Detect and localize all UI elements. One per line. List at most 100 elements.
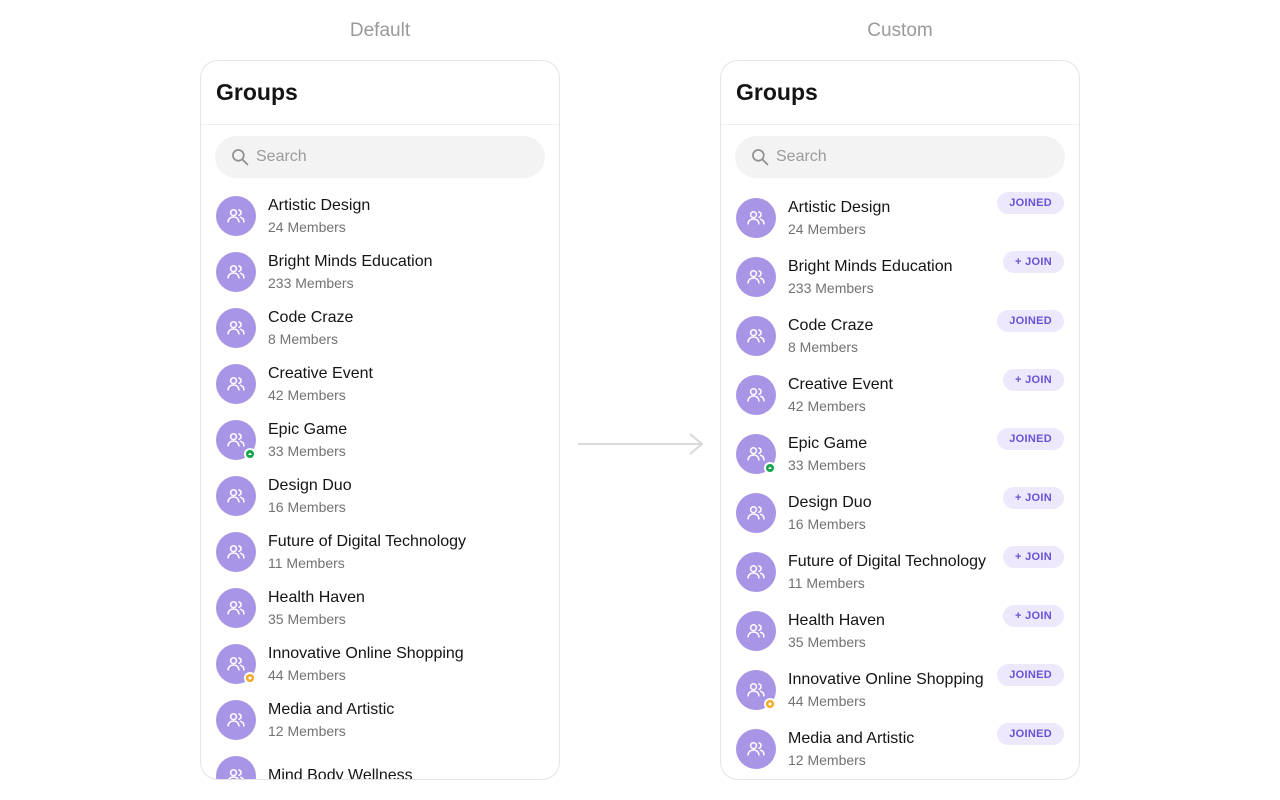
- group-members: 12 Members: [788, 751, 866, 768]
- default-groups-panel: Groups Artistic Design 24 Members Bright M…: [200, 60, 560, 780]
- search-bar[interactable]: [735, 136, 1065, 178]
- group-name: Innovative Online Shopping: [268, 645, 464, 662]
- custom-caption: Custom: [867, 20, 933, 41]
- group-members: 8 Members: [268, 331, 339, 347]
- search-input[interactable]: [776, 148, 1016, 166]
- join-button[interactable]: + JOIN: [1003, 605, 1064, 627]
- group-list-item[interactable]: Innovative Online Shopping 44 Members: [201, 636, 559, 692]
- group-list-item[interactable]: Mind Body Wellness: [201, 748, 559, 779]
- search-icon: [752, 149, 769, 166]
- group-icon: [227, 433, 245, 447]
- group-list-item[interactable]: Health Haven 35 Members: [201, 580, 559, 636]
- group-avatar: [216, 252, 256, 292]
- group-texts: Innovative Online Shopping 44 Members: [268, 644, 464, 684]
- group-texts: Artistic Design 24 Members: [788, 198, 890, 238]
- search-input[interactable]: [256, 148, 496, 166]
- group-list-item[interactable]: Design Duo 16 Members + JOIN: [721, 483, 1079, 542]
- group-avatar: [216, 756, 256, 779]
- group-texts: Health Haven 35 Members: [788, 611, 885, 651]
- group-name: Health Haven: [788, 611, 885, 629]
- group-icon: [747, 682, 765, 697]
- group-texts: Design Duo 16 Members: [788, 493, 872, 533]
- group-members: 233 Members: [788, 279, 874, 296]
- group-members: 42 Members: [788, 397, 866, 414]
- group-name: Code Craze: [268, 309, 354, 326]
- group-texts: Health Haven 35 Members: [268, 588, 365, 628]
- group-list-item[interactable]: Code Craze 8 Members: [201, 300, 559, 356]
- group-name: Bright Minds Education: [788, 257, 953, 275]
- group-icon: [227, 377, 245, 391]
- group-texts: Media and Artistic 12 Members: [788, 729, 914, 769]
- group-list-item[interactable]: Innovative Online Shopping 44 Members JOIN…: [721, 660, 1079, 719]
- group-icon: [747, 387, 765, 402]
- group-list-item[interactable]: Design Duo 16 Members: [201, 468, 559, 524]
- group-icon: [227, 657, 245, 671]
- group-avatar: [736, 197, 776, 238]
- group-avatar: [216, 476, 256, 516]
- panel-header: Groups: [201, 61, 559, 125]
- group-list-item[interactable]: Future of Digital Technology 11 Members + …: [721, 542, 1079, 601]
- group-avatar: [736, 374, 776, 415]
- group-avatar: [216, 308, 256, 348]
- join-button[interactable]: + JOIN: [1003, 487, 1064, 509]
- group-members: 12 Members: [268, 723, 346, 739]
- group-name: Media and Artistic: [788, 729, 915, 747]
- group-name: Health Haven: [268, 589, 365, 606]
- group-list: Artistic Design 24 Members Bright Minds Ed…: [201, 178, 559, 779]
- group-avatar: [736, 669, 776, 710]
- group-avatar: [216, 420, 256, 460]
- group-avatar: [736, 610, 776, 651]
- group-list-item[interactable]: Creative Event 42 Members: [201, 356, 559, 412]
- password-status-icon: [764, 697, 776, 710]
- group-list-item[interactable]: Artistic Design 24 Members: [201, 188, 559, 244]
- joined-badge: JOINED: [997, 723, 1064, 745]
- group-members: 35 Members: [788, 633, 866, 650]
- group-list: Artistic Design 24 Members JOINED Bright Mi…: [721, 178, 1079, 778]
- group-list-item[interactable]: Code Craze 8 Members JOINED: [721, 306, 1079, 365]
- group-list-item[interactable]: Media and Artistic 12 Members: [201, 692, 559, 748]
- group-avatar: [736, 433, 776, 474]
- group-avatar: [736, 728, 776, 769]
- group-list-item[interactable]: Creative Event 42 Members + JOIN: [721, 365, 1079, 424]
- password-status-icon: [244, 672, 256, 684]
- default-caption: Default: [349, 20, 411, 41]
- group-avatar: [736, 256, 776, 297]
- group-icon: [227, 545, 245, 559]
- search-bar[interactable]: [215, 136, 545, 178]
- join-button[interactable]: + JOIN: [1003, 546, 1064, 568]
- group-list-item[interactable]: Bright Minds Education 233 Members + JOIN: [721, 247, 1079, 306]
- joined-badge: JOINED: [997, 310, 1064, 332]
- group-list-item[interactable]: Epic Game 33 Members: [201, 412, 559, 468]
- group-members: 44 Members: [268, 667, 346, 683]
- group-list-item[interactable]: Health Haven 35 Members + JOIN: [721, 601, 1079, 660]
- group-list-item[interactable]: Artistic Design 24 Members JOINED: [721, 188, 1079, 247]
- group-avatar: [216, 532, 256, 572]
- group-list-item[interactable]: Future of Digital Technology 11 Members: [201, 524, 559, 580]
- group-name: Design Duo: [268, 477, 352, 494]
- group-icon: [227, 321, 245, 335]
- group-texts: Bright Minds Education 233 Members: [788, 257, 953, 297]
- group-name: Creative Event: [788, 375, 893, 393]
- panel-header: Groups: [721, 61, 1079, 125]
- group-name: Artistic Design: [788, 198, 891, 216]
- group-list-item[interactable]: Epic Game 33 Members JOINED: [721, 424, 1079, 483]
- group-icon: [747, 505, 765, 520]
- group-texts: Epic Game 33 Members: [268, 420, 347, 460]
- group-members: 16 Members: [268, 499, 346, 515]
- group-list-item[interactable]: Media and Artistic 12 Members JOINED: [721, 719, 1079, 778]
- group-icon: [227, 489, 245, 503]
- group-name: Artistic Design: [268, 197, 371, 214]
- group-icon: [747, 623, 765, 638]
- group-name: Creative Event: [268, 365, 373, 382]
- group-texts: Future of Digital Technology 11 Members: [268, 532, 466, 572]
- group-icon: [747, 210, 765, 225]
- group-icon: [747, 328, 765, 343]
- group-avatar: [216, 700, 256, 740]
- group-icon: [227, 713, 245, 727]
- join-button[interactable]: + JOIN: [1003, 251, 1064, 273]
- group-members: 11 Members: [268, 555, 345, 571]
- group-list-item[interactable]: Bright Minds Education 233 Members: [201, 244, 559, 300]
- join-button[interactable]: + JOIN: [1003, 369, 1064, 391]
- joined-badge: JOINED: [997, 192, 1064, 214]
- group-name: Epic Game: [788, 434, 868, 452]
